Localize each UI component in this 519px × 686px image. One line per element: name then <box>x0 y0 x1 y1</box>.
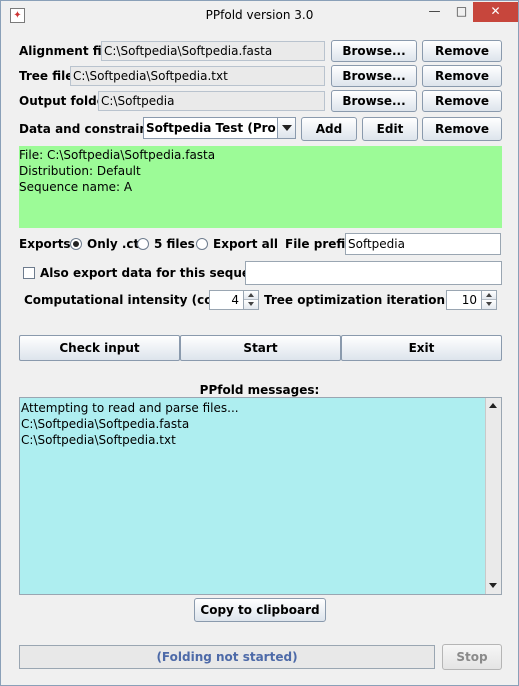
remove-constraint-button[interactable]: Remove <box>422 117 502 141</box>
export-all-radio[interactable] <box>196 238 208 250</box>
output-remove-button[interactable]: Remove <box>422 90 502 112</box>
file-prefix-input[interactable]: Softpedia <box>345 233 501 255</box>
also-export-input[interactable] <box>245 261 502 285</box>
tree-remove-button[interactable]: Remove <box>422 65 502 87</box>
tree-opt-spinner[interactable]: 10 <box>446 290 497 310</box>
export-5-files-radio[interactable] <box>137 238 149 250</box>
spin-up-icon[interactable] <box>244 291 258 300</box>
title-bar: ✦ PPfold version 3.0 — □ ✕ <box>1 1 518 31</box>
message-line: C:\Softpedia\Softpedia.fasta <box>21 417 190 431</box>
output-folder-field[interactable]: C:\Softpedia <box>98 91 325 111</box>
message-line: Attempting to read and parse files... <box>21 401 239 415</box>
copy-to-clipboard-button[interactable]: Copy to clipboard <box>194 598 326 622</box>
spin-down-icon[interactable] <box>482 300 496 309</box>
also-export-checkbox[interactable] <box>23 267 35 279</box>
data-constraints-dropdown[interactable]: Softpedia Test (Probi... <box>143 117 296 139</box>
info-distribution: Distribution: Default <box>19 164 141 178</box>
intensity-spinner[interactable]: 4 <box>209 290 259 310</box>
tree-browse-button[interactable]: Browse... <box>331 65 417 87</box>
tree-opt-spin-buttons <box>481 291 496 309</box>
exit-button[interactable]: Exit <box>341 335 502 361</box>
info-sequence-name: Sequence name: A <box>19 180 133 194</box>
alignment-browse-button[interactable]: Browse... <box>331 40 417 62</box>
alignment-remove-button[interactable]: Remove <box>422 40 502 62</box>
tree-file-field[interactable]: C:\Softpedia\Softpedia.txt <box>70 66 325 86</box>
export-5-files-label[interactable]: 5 files <box>154 237 195 251</box>
data-constraints-selected: Softpedia Test (Probi... <box>146 121 276 135</box>
check-input-button[interactable]: Check input <box>19 335 180 361</box>
minimize-button[interactable]: — <box>421 2 448 22</box>
scroll-up-icon[interactable] <box>486 398 501 414</box>
also-export-label[interactable]: Also export data for this sequence: <box>40 266 279 280</box>
alignment-file-field[interactable]: C:\Softpedia\Softpedia.fasta <box>101 41 325 61</box>
folding-progress-bar: (Folding not started) <box>19 645 435 669</box>
export-all-label[interactable]: Export all <box>213 237 278 251</box>
info-file: File: C:\Softpedia\Softpedia.fasta <box>19 148 216 162</box>
intensity-spin-buttons <box>243 291 258 309</box>
spin-down-icon[interactable] <box>244 300 258 309</box>
ppfold-window: ✦ PPfold version 3.0 — □ ✕ Alignment fil… <box>0 0 519 686</box>
export-only-ct-label[interactable]: Only .ct <box>87 237 139 251</box>
scroll-down-icon[interactable] <box>486 578 501 594</box>
messages-title: PPfold messages: <box>199 383 320 397</box>
exports-label: Exports: <box>19 237 76 251</box>
spin-up-icon[interactable] <box>482 291 496 300</box>
start-button[interactable]: Start <box>180 335 341 361</box>
intensity-value: 4 <box>231 293 239 307</box>
edit-constraint-button[interactable]: Edit <box>362 117 418 141</box>
add-constraint-button[interactable]: Add <box>301 117 357 141</box>
messages-scrollbar[interactable] <box>485 398 501 594</box>
close-button[interactable]: ✕ <box>473 2 518 22</box>
messages-area[interactable]: Attempting to read and parse files... C:… <box>19 397 502 595</box>
maximize-button[interactable]: □ <box>448 2 475 22</box>
chevron-down-icon[interactable] <box>277 118 295 138</box>
tree-opt-value: 10 <box>461 293 477 307</box>
folding-status-text: (Folding not started) <box>156 650 298 664</box>
stop-button[interactable]: Stop <box>442 644 502 670</box>
sequence-info-panel: File: C:\Softpedia\Softpedia.fasta Distr… <box>19 146 502 228</box>
export-only-ct-radio[interactable] <box>70 238 82 250</box>
message-line: C:\Softpedia\Softpedia.txt <box>21 433 176 447</box>
output-browse-button[interactable]: Browse... <box>331 90 417 112</box>
